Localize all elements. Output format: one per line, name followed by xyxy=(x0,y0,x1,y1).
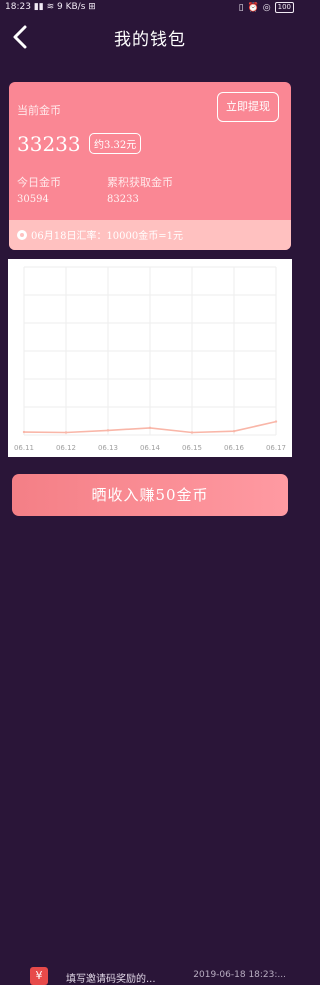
status-time: 18:23 xyxy=(5,2,31,12)
total-coins-value: 83233 xyxy=(107,194,139,205)
signal-icon: ▮▮ xyxy=(33,2,44,12)
app-header: 我的钱包 xyxy=(0,20,300,54)
x-tick-label: 06.14 xyxy=(140,444,161,452)
invite-record-time: 2019-06-18 18:23:... xyxy=(193,970,286,980)
trend-chart-svg: 06.11 06.12 06.13 06.14 06.15 06.16 06.17 xyxy=(14,266,286,452)
status-left: 18:23 ▮▮ ≋ 9 KB/s ⊞ xyxy=(5,2,96,12)
exchange-rate-text: 06月18日汇率：10000金币=1元 xyxy=(31,231,184,242)
rate-section: 06月18日汇率：10000金币=1元 xyxy=(9,220,291,250)
vibrate-icon: ▯ xyxy=(238,2,244,13)
approx-value-badge: 约3.32元 xyxy=(89,133,142,154)
data-point xyxy=(148,426,152,430)
today-coins-label: 今日金币 xyxy=(17,176,61,189)
status-bar: 18:23 ▮▮ ≋ 9 KB/s ⊞ ▯ ⏰ ◎ 100 xyxy=(0,0,300,16)
current-coins-value: 33233 xyxy=(17,132,81,156)
data-point xyxy=(106,429,110,432)
wifi-icon: ≋ xyxy=(46,2,55,12)
total-coins-label: 累积获取金币 xyxy=(107,176,173,189)
share-income-button[interactable]: 晒收入赚50金币 xyxy=(12,474,288,516)
x-tick-label: 06.15 xyxy=(182,444,202,452)
nfc-icon: ◎ xyxy=(262,2,271,13)
data-point xyxy=(64,431,68,434)
battery-level: 100 xyxy=(277,3,291,11)
current-coins-label: 当前金币 xyxy=(17,104,61,117)
app-icon: ⊞ xyxy=(88,2,96,12)
x-tick-label: 06.16 xyxy=(224,444,245,452)
invite-record-text: 填写邀请码奖励的... xyxy=(66,974,156,985)
network-speed: 9 KB/s xyxy=(57,2,86,12)
coins-trend-chart: 06.11 06.12 06.13 06.14 06.15 06.16 06.17 xyxy=(8,259,292,457)
x-tick-label: 06.11 xyxy=(14,444,34,452)
today-coins-value: 30594 xyxy=(17,194,49,205)
data-point xyxy=(232,430,236,433)
exchange-rate-row: 06月18日汇率：10000金币=1元 xyxy=(17,227,183,242)
x-tick-label: 06.12 xyxy=(56,444,76,452)
alarm-icon: ⏰ xyxy=(247,2,259,13)
data-point xyxy=(190,431,194,434)
data-point xyxy=(22,430,26,434)
coin-icon: ¥ xyxy=(30,967,48,985)
data-point xyxy=(274,420,278,423)
x-tick-label: 06.17 xyxy=(266,444,286,452)
wallet-card: 当前金币 33233 约3.32元 立即提现 今日金币 30594 累积获取金币… xyxy=(9,82,291,250)
x-tick-label: 06.13 xyxy=(98,444,118,452)
withdraw-button[interactable]: 立即提现 xyxy=(217,92,279,122)
rate-info-icon xyxy=(17,229,27,240)
battery-icon: 100 xyxy=(274,2,294,13)
page-title: 我的钱包 xyxy=(114,30,186,50)
status-right: ▯ ⏰ ◎ 100 xyxy=(239,2,294,13)
